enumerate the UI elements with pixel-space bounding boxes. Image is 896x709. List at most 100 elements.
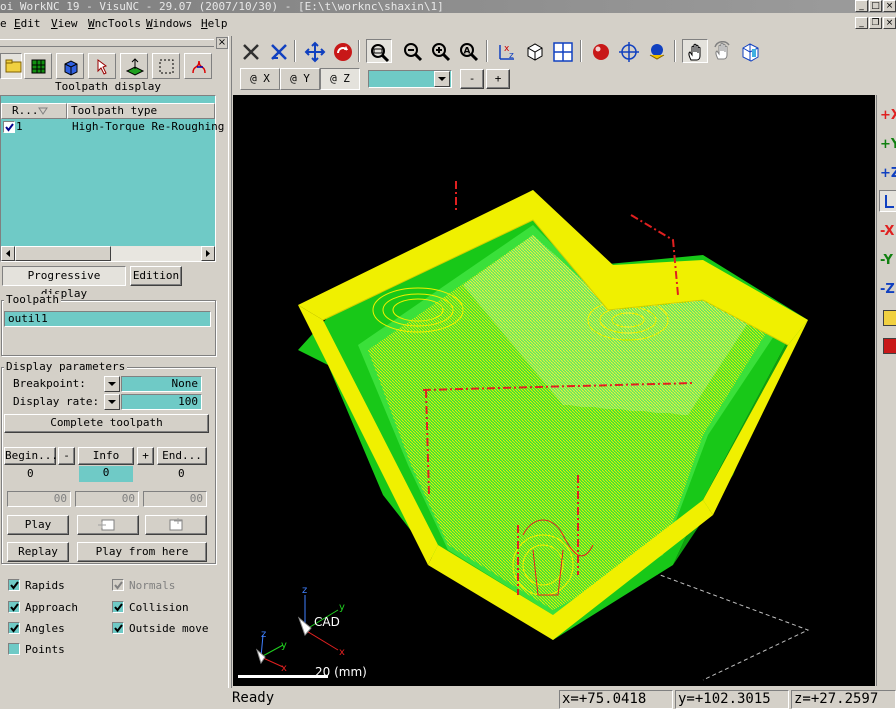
view-plus-x-button[interactable]: +X: [880, 108, 896, 123]
step-back-button[interactable]: [77, 515, 139, 535]
menu-view[interactable]: View: [51, 17, 78, 30]
pan-button[interactable]: [302, 39, 328, 63]
shading-button[interactable]: [588, 39, 614, 63]
zoom-all-button[interactable]: A: [456, 39, 482, 63]
progressive-display-tab[interactable]: Progressive display: [2, 266, 126, 300]
window-title: oi WorkNC 19 - VisuNC - 29.07 (2007/10/3…: [0, 0, 444, 13]
rotate-mode-button[interactable]: [710, 39, 736, 63]
tab-view-x[interactable]: @ X: [240, 68, 280, 90]
3d-viewport[interactable]: 20 (mm) z y x CAD z y x: [233, 95, 875, 686]
clear-display-button[interactable]: [238, 39, 264, 63]
scroll-right-icon[interactable]: [201, 246, 215, 261]
view-minus-y-button[interactable]: -Y: [880, 253, 893, 268]
view-minus-z-button[interactable]: -Z: [880, 282, 895, 297]
plus-button[interactable]: +: [137, 447, 154, 465]
save-view-icon[interactable]: [883, 310, 896, 326]
mdi-restore-button[interactable]: ❐: [869, 17, 882, 29]
panel-close-icon[interactable]: ×: [216, 37, 228, 49]
info-button[interactable]: Info: [78, 447, 134, 465]
iso-view-button[interactable]: [522, 39, 548, 63]
snapshot-icon[interactable]: [883, 338, 896, 354]
tab-stock[interactable]: [56, 53, 84, 79]
view-minus-button[interactable]: -: [460, 69, 484, 89]
tab-view-y[interactable]: @ Y: [280, 68, 320, 90]
minimize-button[interactable]: _: [855, 0, 868, 12]
cad-label: CAD: [314, 615, 340, 629]
tab-simulation[interactable]: [184, 53, 212, 79]
menu-fragment[interactable]: e: [0, 17, 7, 30]
view-minus-x-button[interactable]: -X: [880, 224, 894, 239]
display-rate-dropdown-icon[interactable]: [104, 394, 120, 410]
collision-checkbox[interactable]: [112, 601, 124, 613]
menu-windows[interactable]: Windows: [146, 17, 192, 30]
edition-tab[interactable]: Edition: [130, 266, 182, 286]
play-from-here-button[interactable]: Play from here: [77, 542, 207, 562]
normals-checkbox[interactable]: [112, 579, 124, 591]
zoom-out-button[interactable]: [400, 39, 426, 63]
column-header-number[interactable]: R...: [1, 103, 67, 119]
toolpath-name-field[interactable]: outil1: [4, 311, 211, 327]
angles-checkbox[interactable]: [8, 622, 20, 634]
outside-move-checkbox[interactable]: [112, 622, 124, 634]
points-checkbox[interactable]: [8, 643, 20, 655]
view-toolbar: A xz: [234, 36, 770, 64]
panel-grip[interactable]: [0, 39, 214, 47]
mdi-close-button[interactable]: ×: [883, 17, 896, 29]
title-bar: oi WorkNC 19 - VisuNC - 29.07 (2007/10/3…: [0, 0, 896, 13]
zoom-in-icon: [432, 43, 451, 62]
section-view-button[interactable]: [738, 39, 764, 63]
toolpath-list[interactable]: R... Toolpath type 1 High-Torque Re-Roug…: [0, 95, 224, 262]
tab-boundary[interactable]: [152, 53, 180, 79]
breakpoint-dropdown-icon[interactable]: [104, 376, 120, 392]
tab-surface[interactable]: [120, 53, 148, 79]
collision-label: Collision: [129, 601, 189, 614]
tab-toolpath-list[interactable]: [0, 53, 22, 79]
hand-mode-button[interactable]: [682, 39, 708, 63]
complete-toolpath-button[interactable]: Complete toolpath: [4, 414, 209, 433]
approach-checkbox[interactable]: [8, 601, 20, 613]
target-button[interactable]: [616, 39, 642, 63]
breakpoint-select[interactable]: None: [121, 376, 202, 392]
tab-view-z[interactable]: @ Z: [320, 68, 360, 90]
maximize-button[interactable]: □: [869, 0, 882, 12]
step-forward-button[interactable]: [145, 515, 207, 535]
clear-selection-button[interactable]: [266, 39, 292, 63]
view-axis-button[interactable]: [879, 190, 896, 212]
tab-mesh[interactable]: [24, 53, 52, 79]
menu-help[interactable]: Help: [201, 17, 228, 30]
zoom-window-button[interactable]: [366, 39, 392, 63]
horizontal-scrollbar[interactable]: [1, 246, 215, 261]
table-row[interactable]: 1 High-Torque Re-Roughing: [1, 120, 224, 134]
scale-label: 20 (mm): [315, 665, 367, 679]
scroll-left-icon[interactable]: [1, 246, 15, 261]
minus-button[interactable]: -: [58, 447, 75, 465]
tab-tool[interactable]: [88, 53, 116, 79]
view-select[interactable]: [368, 70, 452, 88]
display-rate-select[interactable]: 100: [121, 394, 202, 410]
scroll-thumb[interactable]: [15, 246, 111, 261]
rotate-button[interactable]: [330, 39, 356, 63]
mdi-minimize-button[interactable]: _: [855, 17, 868, 29]
play-button[interactable]: Play: [7, 515, 69, 535]
replay-button[interactable]: Replay: [7, 542, 69, 562]
begin-button[interactable]: Begin...: [4, 447, 58, 465]
status-ready: Ready: [232, 690, 275, 706]
end-button[interactable]: End...: [157, 447, 207, 465]
row-checkbox[interactable]: [3, 121, 15, 133]
multi-view-button[interactable]: [550, 39, 576, 63]
panel-splitter[interactable]: [228, 36, 232, 688]
light-button[interactable]: [644, 39, 670, 63]
close-button[interactable]: ×: [883, 0, 896, 12]
axis-view-button[interactable]: xz: [494, 39, 520, 63]
right-axis-toolbar: +X +Y +Z -X -Y -Z: [876, 95, 896, 686]
menu-edit[interactable]: Edit: [14, 17, 41, 30]
view-select-dropdown-icon[interactable]: [434, 71, 450, 87]
menu-wnctools[interactable]: WncTools: [88, 17, 141, 30]
view-plus-button[interactable]: +: [486, 69, 510, 89]
view-plus-z-button[interactable]: +Z: [880, 166, 896, 181]
rapids-checkbox[interactable]: [8, 579, 20, 591]
zoom-in-button[interactable]: [428, 39, 454, 63]
approach-label: Approach: [25, 601, 78, 614]
view-plus-y-button[interactable]: +Y: [880, 137, 896, 152]
column-header-type[interactable]: Toolpath type: [67, 103, 215, 119]
